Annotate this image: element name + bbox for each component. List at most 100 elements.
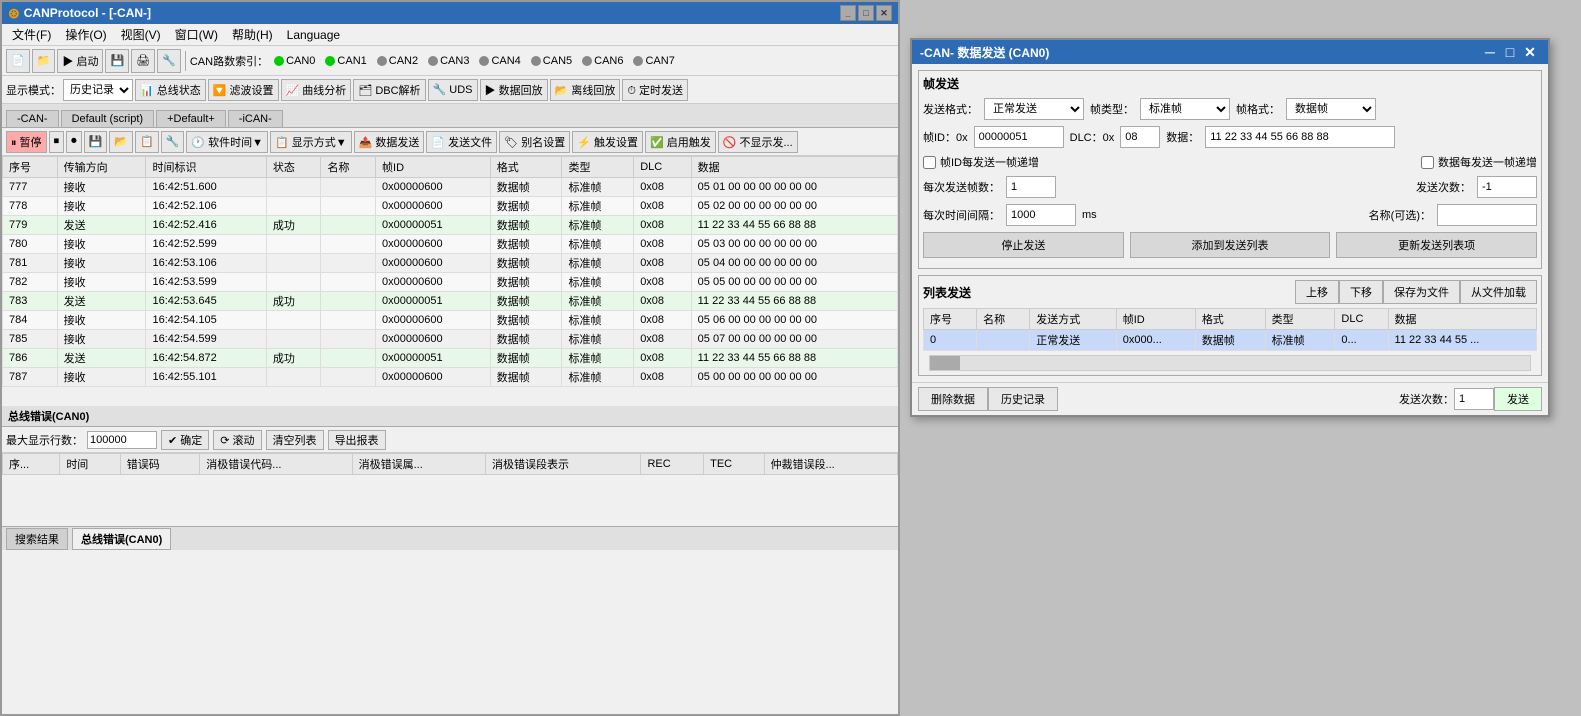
total-send-input[interactable] <box>1477 176 1537 198</box>
can-tab-3[interactable]: CAN3 <box>424 55 473 67</box>
toolbar-btn-start[interactable]: ▶ 启动 <box>57 49 103 73</box>
table-row[interactable]: 784接收16:42:54.1050x00000600数据帧标准帧0x0805 … <box>3 311 898 330</box>
table-row[interactable]: 785接收16:42:54.5990x00000600数据帧标准帧0x0805 … <box>3 330 898 349</box>
table-row[interactable]: 787接收16:42:55.1010x00000600数据帧标准帧0x0805 … <box>3 368 898 387</box>
status-tab-search[interactable]: 搜索结果 <box>6 528 68 550</box>
error-export-btn[interactable]: 导出报表 <box>328 430 386 450</box>
tab-can[interactable]: -CAN- <box>6 110 59 127</box>
tab-default-script[interactable]: Default (script) <box>61 110 155 127</box>
data-send-btn[interactable]: 📤 数据发送 <box>354 131 425 153</box>
save-btn[interactable]: 💾 <box>84 131 108 153</box>
list-scrollbar[interactable] <box>929 355 1531 371</box>
list-row-0[interactable]: 0 正常发送 0x000... 数据帧 标准帧 0... 11 22 33 44… <box>924 330 1537 351</box>
dlc-input[interactable] <box>1120 126 1160 148</box>
load-file-btn[interactable]: 从文件加载 <box>1460 280 1537 304</box>
send-format-select[interactable]: 正常发送 <box>984 98 1084 120</box>
filter-btn[interactable]: 🔽 滤波设置 <box>208 79 279 101</box>
max-rows-input[interactable] <box>87 431 157 449</box>
dialog-send-count-input[interactable] <box>1454 388 1494 410</box>
can-tab-4[interactable]: CAN4 <box>475 55 524 67</box>
bus-status-btn[interactable]: 📊 总线状态 <box>135 79 206 101</box>
save-file-btn[interactable]: 保存为文件 <box>1383 280 1460 304</box>
frame-id-input[interactable] <box>974 126 1064 148</box>
frame-type-select[interactable]: 标准帧 <box>1140 98 1230 120</box>
toolbar-btn-print[interactable]: 🖨 <box>131 49 155 73</box>
list-section-title: 列表发送 <box>923 284 971 301</box>
close-button[interactable]: ✕ <box>876 5 892 21</box>
toolbar-btn-tool[interactable]: 🔧 <box>157 49 181 73</box>
error-clear-btn[interactable]: 清空列表 <box>266 430 324 450</box>
copy-btn[interactable]: 📋 <box>135 131 159 153</box>
table-row[interactable]: 779发送16:42:52.416成功0x00000051数据帧标准帧0x081… <box>3 216 898 235</box>
record-btn[interactable]: ⏺ <box>66 131 82 153</box>
timed-send-btn[interactable]: ⏱ 定时发送 <box>622 79 688 101</box>
send-per-input[interactable] <box>1006 176 1056 198</box>
error-scroll-btn[interactable]: ⟳ 滚动 <box>213 430 261 450</box>
uds-btn[interactable]: 🔧 UDS <box>428 79 478 101</box>
incr-data-checkbox[interactable] <box>1421 156 1434 169</box>
tab-ican[interactable]: -iCAN- <box>228 110 283 127</box>
minimize-button[interactable]: _ <box>840 5 856 21</box>
send-file-btn[interactable]: 📄 发送文件 <box>426 131 497 153</box>
display-mode-btn[interactable]: 📋 显示方式▼ <box>270 131 352 153</box>
table-cell <box>321 197 376 216</box>
up-btn[interactable]: 上移 <box>1295 280 1339 304</box>
enable-trigger-btn[interactable]: ✅ 启用触发 <box>645 131 716 153</box>
tool-btn[interactable]: 🔧 <box>161 131 185 153</box>
dialog-close-btn[interactable]: ✕ <box>1520 42 1540 62</box>
open-btn2[interactable]: 📂 <box>109 131 133 153</box>
data-replay-btn[interactable]: ▶ 数据回放 <box>480 79 548 101</box>
can-tab-2[interactable]: CAN2 <box>373 55 422 67</box>
toolbar-btn-new[interactable]: 📄 <box>6 49 30 73</box>
down-btn[interactable]: 下移 <box>1339 280 1383 304</box>
can-tab-7[interactable]: CAN7 <box>629 55 678 67</box>
table-row[interactable]: 786发送16:42:54.872成功0x00000051数据帧标准帧0x081… <box>3 349 898 368</box>
dialog-maximize-btn[interactable]: □ <box>1500 42 1520 62</box>
dbc-btn[interactable]: 🗂 DBC解析 <box>353 79 425 101</box>
frame-format-select[interactable]: 数据帧 <box>1286 98 1376 120</box>
toolbar-btn-open[interactable]: 📁 <box>32 49 56 73</box>
name-input[interactable] <box>1437 204 1537 226</box>
toolbar-btn-save[interactable]: 💾 <box>105 49 129 73</box>
update-list-btn[interactable]: 更新发送列表项 <box>1336 232 1537 258</box>
menu-help[interactable]: 帮助(H) <box>226 24 279 45</box>
curve-btn[interactable]: 📈 曲线分析 <box>281 79 352 101</box>
trigger-btn[interactable]: ⚡ 触发设置 <box>572 131 643 153</box>
history-btn[interactable]: 历史记录 <box>988 387 1058 411</box>
menu-window[interactable]: 窗口(W) <box>169 24 224 45</box>
error-confirm-btn[interactable]: ✔ 确定 <box>161 430 209 450</box>
menu-language[interactable]: Language <box>281 26 346 44</box>
can-tab-5[interactable]: CAN5 <box>527 55 576 67</box>
scrollbar-thumb[interactable] <box>930 356 960 370</box>
pause-btn[interactable]: ⏸ 暂停 <box>6 131 47 153</box>
alias-btn[interactable]: 🏷 别名设置 <box>499 131 570 153</box>
table-row[interactable]: 781接收16:42:53.1060x00000600数据帧标准帧0x0805 … <box>3 254 898 273</box>
soft-time-btn[interactable]: 🕐 软件时间▼ <box>186 131 268 153</box>
stop-btn[interactable]: ⏹ <box>49 131 65 153</box>
can-tab-6[interactable]: CAN6 <box>578 55 627 67</box>
tab-plus-default[interactable]: +Default+ <box>156 110 226 127</box>
dialog-minimize-btn[interactable]: ─ <box>1480 42 1500 62</box>
table-row[interactable]: 782接收16:42:53.5990x00000600数据帧标准帧0x0805 … <box>3 273 898 292</box>
table-row[interactable]: 778接收16:42:52.1060x00000600数据帧标准帧0x0805 … <box>3 197 898 216</box>
display-mode-select[interactable]: 历史记录 <box>63 79 133 101</box>
can-tab-1[interactable]: CAN1 <box>321 55 370 67</box>
data-input[interactable] <box>1205 126 1395 148</box>
menu-file[interactable]: 文件(F) <box>6 24 57 45</box>
stop-send-btn[interactable]: 停止发送 <box>923 232 1124 258</box>
interval-input[interactable] <box>1006 204 1076 226</box>
add-to-list-btn[interactable]: 添加到发送列表 <box>1130 232 1331 258</box>
menu-view[interactable]: 视图(V) <box>115 24 167 45</box>
incr-id-checkbox[interactable] <box>923 156 936 169</box>
table-row[interactable]: 777接收16:42:51.6000x00000600数据帧标准帧0x0805 … <box>3 178 898 197</box>
delete-data-btn[interactable]: 删除数据 <box>918 387 988 411</box>
menu-op[interactable]: 操作(O) <box>59 24 112 45</box>
table-row[interactable]: 780接收16:42:52.5990x00000600数据帧标准帧0x0805 … <box>3 235 898 254</box>
offline-replay-btn[interactable]: 📂 离线回放 <box>550 79 621 101</box>
dialog-send-btn[interactable]: 发送 <box>1494 387 1542 411</box>
table-row[interactable]: 783发送16:42:53.645成功0x00000051数据帧标准帧0x081… <box>3 292 898 311</box>
status-tab-error[interactable]: 总线错误(CAN0) <box>72 528 171 550</box>
no-display-btn[interactable]: 🚫 不显示发... <box>718 131 798 153</box>
can-tab-0[interactable]: CAN0 <box>270 55 319 67</box>
maximize-button[interactable]: □ <box>858 5 874 21</box>
